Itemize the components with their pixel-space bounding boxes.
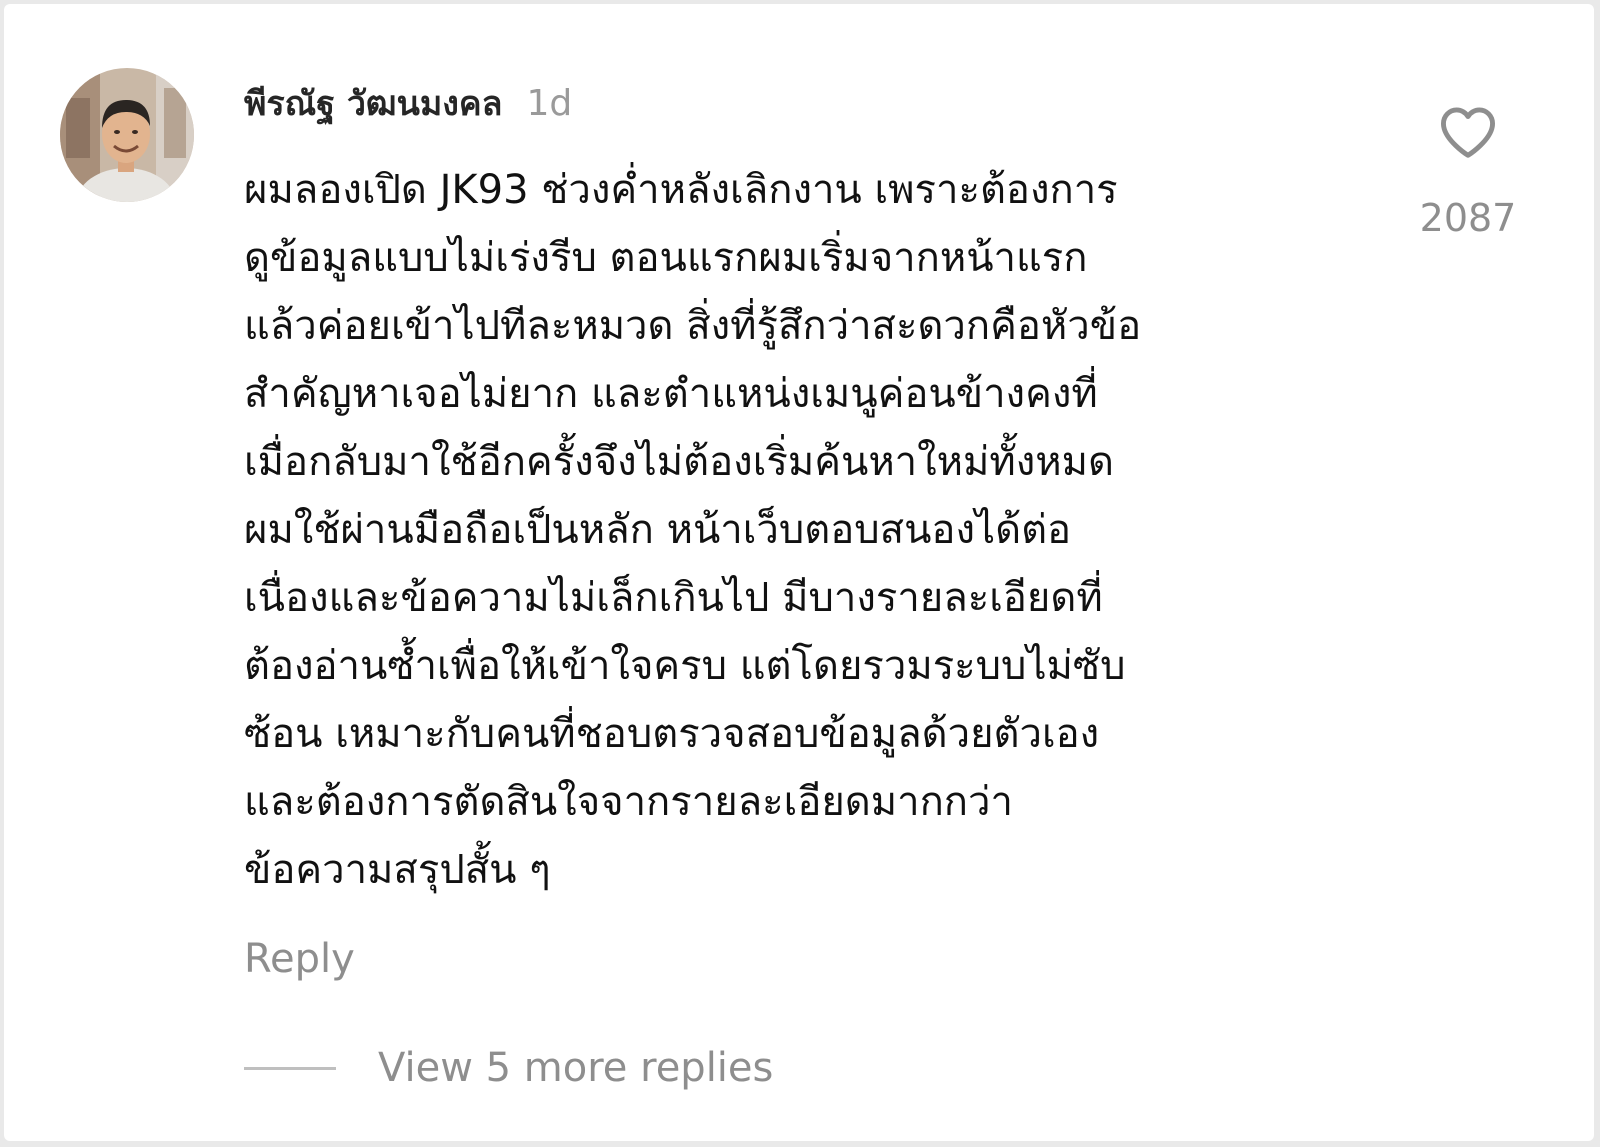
- replies-divider: [244, 1066, 336, 1070]
- comment-line: ต้องอ่านซ้ำเพื่อให้เข้าใจครบ แต่โดยรวมระ…: [244, 643, 1126, 689]
- user-avatar-photo: [60, 68, 194, 202]
- comment-body: ผมลองเปิด JK93 ช่วงค่ำหลังเลิกงาน เพราะต…: [244, 156, 1384, 904]
- comment-timestamp: 1d: [526, 83, 573, 124]
- avatar[interactable]: [60, 68, 194, 202]
- comment-line: ซ้อน เหมาะกับคนที่ชอบตรวจสอบข้อมูลด้วยตั…: [244, 711, 1100, 757]
- view-replies-label: View 5 more replies: [378, 1045, 774, 1091]
- comment-line: เนื่องและข้อความไม่เล็กเกินไป มีบางรายละ…: [244, 575, 1103, 621]
- author-name[interactable]: พีรณัฐ วัฒนมงคล: [244, 76, 502, 130]
- comment-line: สำคัญหาเจอไม่ยาก และตำแหน่งเมนูค่อนข้างค…: [244, 371, 1098, 417]
- like-count: 2087: [1419, 196, 1517, 240]
- like-button[interactable]: [1428, 100, 1508, 164]
- comment-line: ผมใช้ผ่านมือถือเป็นหลัก หน้าเว็บตอบสนองไ…: [244, 507, 1072, 553]
- comment-line: ผมลองเปิด JK93 ช่วงค่ำหลังเลิกงาน เพราะต…: [244, 167, 1118, 213]
- view-more-replies-button[interactable]: View 5 more replies: [244, 1040, 773, 1096]
- heart-outline-icon: [1441, 107, 1495, 158]
- comment-header: พีรณัฐ วัฒนมงคล 1d: [244, 76, 572, 128]
- comment-line: และต้องการตัดสินใจจากรายละเอียดมากกว่า: [244, 779, 1013, 825]
- comment-line: ข้อความสรุปสั้น ๆ: [244, 847, 551, 893]
- comment-line: เมื่อกลับมาใช้อีกครั้งจึงไม่ต้องเริ่มค้น…: [244, 439, 1115, 485]
- reply-button[interactable]: Reply: [244, 936, 355, 982]
- comment-card: พีรณัฐ วัฒนมงคล 1d ผมลองเปิด JK93 ช่วงค่…: [4, 4, 1594, 1141]
- comment-line: แล้วค่อยเข้าไปทีละหมวด สิ่งที่รู้สึกว่าส…: [244, 303, 1142, 349]
- comment-line: ดูข้อมูลแบบไม่เร่งรีบ ตอนแรกผมเริ่มจากหน…: [244, 235, 1088, 281]
